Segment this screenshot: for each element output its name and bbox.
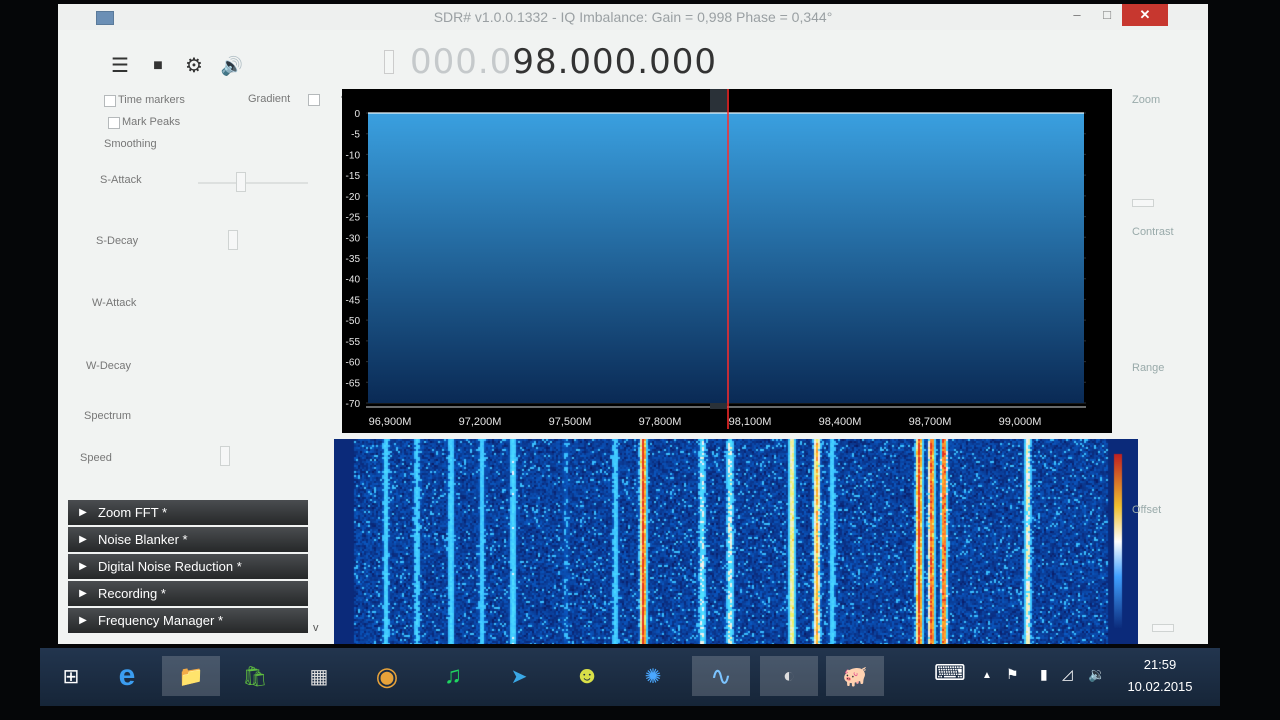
start-icon[interactable]: ⊞ bbox=[42, 656, 100, 696]
spectrum-fill bbox=[368, 113, 1084, 403]
range-label: Range bbox=[1132, 362, 1165, 374]
offset-slider-thumb[interactable] bbox=[1152, 624, 1174, 632]
x-tick-label: 97,500M bbox=[549, 416, 592, 428]
spectrum-analyzer[interactable]: 0 -5 -10 -15 -20 -25 -30 -35 -40 -45 -50 -55 -60 -65 -… bbox=[342, 89, 1112, 433]
s-decay-slider-thumb[interactable] bbox=[228, 230, 238, 250]
y-tick-label: -25 bbox=[346, 213, 361, 224]
x-tick-label: 97,200M bbox=[459, 416, 502, 428]
speed-label: Speed bbox=[80, 452, 112, 464]
clock-date: 10.02.2015 bbox=[1127, 679, 1193, 694]
y-tick-label: -70 bbox=[346, 399, 361, 410]
spotify-icon[interactable]: ♫ bbox=[424, 656, 482, 696]
keyboard-icon[interactable]: ⌨ bbox=[934, 660, 966, 686]
x-tick-label: 97,800M bbox=[639, 416, 682, 428]
y-tick-label: -65 bbox=[346, 378, 361, 389]
toolbar: ☰ ■ ⚙ 🔊 000.098.000.000 bbox=[58, 30, 1208, 94]
frequency-caret[interactable] bbox=[384, 50, 394, 74]
show-hidden-icons-icon[interactable]: ▲ bbox=[982, 670, 992, 681]
explorer-icon[interactable]: 📁 bbox=[162, 656, 220, 696]
contrast-label: Contrast bbox=[1132, 226, 1174, 238]
maximize-button[interactable]: □ bbox=[1092, 4, 1122, 26]
panel-frequency-manager[interactable]: ▶ Frequency Manager * bbox=[68, 608, 308, 633]
mark-peaks-label: Mark Peaks bbox=[122, 116, 181, 128]
time-markers-label: Time markers bbox=[118, 94, 185, 106]
y-tick-label: -55 bbox=[346, 337, 361, 348]
y-tick-label: -10 bbox=[346, 150, 361, 161]
x-tick-label: 98,700M bbox=[909, 416, 952, 428]
close-button[interactable]: ✕ bbox=[1122, 4, 1168, 26]
app-icon bbox=[96, 11, 114, 25]
title-bar: SDR# v1.0.0.1332 - IQ Imbalance: Gain = … bbox=[58, 4, 1208, 30]
x-tick-label: 98,100M bbox=[729, 416, 772, 428]
w-attack-label: W-Attack bbox=[92, 297, 137, 309]
y-tick-label: -50 bbox=[346, 316, 361, 327]
window-title: SDR# v1.0.0.1332 - IQ Imbalance: Gain = … bbox=[433, 9, 833, 25]
y-tick-label: -20 bbox=[346, 192, 361, 203]
person-icon[interactable]: ☻ bbox=[558, 656, 616, 696]
clock-time: 21:59 bbox=[1143, 657, 1177, 672]
settings-icon[interactable]: ⚙ bbox=[180, 54, 208, 78]
y-tick-label: -5 bbox=[351, 130, 360, 141]
w-decay-label: W-Decay bbox=[86, 360, 132, 372]
y-tick-label: 0 bbox=[354, 109, 360, 120]
panel-recording[interactable]: ▶ Recording * bbox=[68, 581, 308, 606]
sound-icon[interactable]: ◐ bbox=[760, 656, 818, 696]
offset-label: Offset bbox=[1132, 504, 1162, 516]
ie-icon[interactable]: e bbox=[98, 656, 156, 696]
panel-digital-noise-reduction[interactable]: ▶ Digital Noise Reduction * bbox=[68, 554, 308, 579]
s-decay-label: S-Decay bbox=[96, 235, 139, 247]
audio-icon[interactable]: 🔊 bbox=[218, 54, 246, 78]
left-panel: Time markers Gradient ^ Mark Peaks Smoot… bbox=[58, 88, 348, 644]
zoom-slider-thumb[interactable] bbox=[1132, 199, 1154, 207]
battery-icon[interactable]: ▮ bbox=[1040, 666, 1048, 683]
frequency-leading-digits: 000.0 bbox=[410, 42, 513, 82]
panel-zoom-fft[interactable]: ▶ Zoom FFT * bbox=[68, 500, 308, 525]
s-attack-label: S-Attack bbox=[100, 174, 142, 186]
apps-icon[interactable]: ▦ bbox=[290, 656, 348, 696]
gradient-label: Gradient bbox=[248, 93, 291, 105]
frequency-display[interactable]: 000.098.000.000 bbox=[410, 42, 717, 82]
mark-peaks-checkbox[interactable] bbox=[108, 117, 120, 129]
clock[interactable]: 21:59 10.02.2015 bbox=[1120, 654, 1200, 698]
panel-noise-blanker[interactable]: ▶ Noise Blanker * bbox=[68, 527, 308, 552]
s-attack-slider[interactable] bbox=[198, 182, 308, 184]
stop-icon[interactable]: ■ bbox=[144, 54, 172, 78]
y-tick-label: -45 bbox=[346, 295, 361, 306]
network-icon[interactable]: ✺ bbox=[624, 656, 682, 696]
pig-icon[interactable]: 🐖 bbox=[826, 656, 884, 696]
flag-icon[interactable]: ⚑ bbox=[1006, 666, 1019, 683]
sdr-icon[interactable]: ∿ bbox=[692, 656, 750, 696]
telegram-icon[interactable]: ➤ bbox=[490, 656, 548, 696]
s-attack-slider-thumb[interactable] bbox=[236, 172, 246, 192]
window-buttons: – □ ✕ bbox=[1062, 4, 1168, 26]
y-tick-label: -30 bbox=[346, 233, 361, 244]
minimize-button[interactable]: – bbox=[1062, 4, 1092, 26]
signal-icon[interactable]: ◿ bbox=[1062, 666, 1073, 683]
y-tick-label: -40 bbox=[346, 275, 361, 286]
menu-icon[interactable]: ☰ bbox=[106, 54, 134, 78]
spectrum-label: Spectrum bbox=[84, 410, 132, 422]
volume-icon[interactable]: 🔉 bbox=[1088, 666, 1105, 683]
collapse-down-icon[interactable]: v bbox=[313, 622, 319, 634]
store-icon[interactable]: 🛍 bbox=[226, 656, 284, 696]
y-tick-label: -35 bbox=[346, 254, 361, 265]
right-panel: Zoom Contrast Range Offset bbox=[1112, 84, 1208, 644]
x-tick-label: 98,400M bbox=[819, 416, 862, 428]
frequency-digits: 98.000.000 bbox=[512, 42, 718, 82]
smoothing-label: Smoothing bbox=[104, 138, 157, 150]
x-tick-label: 96,900M bbox=[369, 416, 412, 428]
gradient-button[interactable] bbox=[308, 94, 320, 106]
y-tick-label: -15 bbox=[346, 171, 361, 182]
zoom-label: Zoom bbox=[1132, 94, 1161, 106]
taskbar: ⊞ e 📁 🛍 ▦ ◉ ♫ ➤ ☻ ✺ ∿ ◐ 🐖 ⌨ ▲ ⚑ ▮ ◿ 🔉 21… bbox=[40, 648, 1220, 706]
time-markers-checkbox[interactable] bbox=[104, 95, 116, 107]
speed-slider-thumb[interactable] bbox=[220, 446, 230, 466]
waterfall-display[interactable] bbox=[334, 439, 1138, 644]
x-tick-label: 99,000M bbox=[999, 416, 1042, 428]
chrome-icon[interactable]: ◉ bbox=[358, 656, 416, 696]
y-tick-label: -60 bbox=[346, 358, 361, 369]
sdr-window: SDR# v1.0.0.1332 - IQ Imbalance: Gain = … bbox=[58, 4, 1208, 644]
